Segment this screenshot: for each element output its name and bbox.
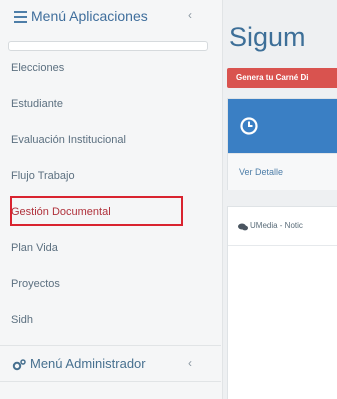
sidebar-item-flujo-trabajo[interactable]: Flujo Trabajo: [0, 158, 221, 194]
sidebar-item-label: Plan Vida: [11, 242, 58, 254]
admin-menu-title: Menú Administrador: [30, 356, 146, 371]
view-details-link[interactable]: Ver Detalle: [228, 153, 337, 190]
sidebar-item-label: Evaluación Institucional: [11, 134, 126, 146]
sidebar-item-plan-vida[interactable]: Plan Vida: [0, 230, 221, 266]
info-panel: Ver Detalle: [227, 98, 337, 190]
list-icon: [14, 11, 27, 23]
chevron-left-icon[interactable]: ‹: [188, 356, 192, 370]
apps-menu-title: Menú Aplicaciones: [31, 8, 148, 24]
sidebar-item-sidh[interactable]: Sidh: [0, 302, 221, 338]
sidebar-item-label: Estudiante: [11, 98, 63, 110]
generate-carne-button[interactable]: Genera tu Carné Di: [227, 68, 337, 88]
clock-icon: [240, 117, 258, 135]
page-title: Sigum: [229, 22, 306, 52]
sidebar-item-label: Sidh: [11, 314, 34, 326]
highlight-box: [10, 196, 183, 226]
comments-icon: [238, 223, 248, 231]
sidebar-item-proyectos[interactable]: Proyectos: [0, 266, 221, 302]
generate-carne-label: Genera tu Carné Di: [236, 73, 309, 82]
news-title: UMedia - Notic: [250, 221, 303, 230]
news-panel: UMedia - Notic: [227, 206, 337, 399]
sidebar-item-evaluacion-institucional[interactable]: Evaluación Institucional: [0, 122, 221, 158]
news-header: UMedia - Notic: [228, 207, 337, 246]
gears-icon: [12, 359, 26, 371]
chevron-left-icon[interactable]: ‹: [188, 8, 192, 22]
main-content: Sigum Genera tu Carné Di Ver Detalle UMe…: [223, 0, 337, 399]
admin-menu-header[interactable]: Menú Administrador ‹: [0, 345, 221, 382]
apps-menu-header[interactable]: Menú Aplicaciones ‹: [0, 0, 222, 38]
sidebar-item-label: Proyectos: [11, 278, 60, 290]
sidebar-item-estudiante[interactable]: Estudiante: [0, 86, 221, 122]
panel-header: [228, 99, 337, 153]
sidebar-item-label: Elecciones: [11, 62, 65, 74]
view-details-label: Ver Detalle: [239, 167, 284, 177]
sidebar: Menú Aplicaciones ‹ Elecciones Estudiant…: [0, 0, 223, 399]
divider: [0, 381, 221, 382]
sidebar-item-elecciones[interactable]: Elecciones: [0, 50, 221, 86]
sidebar-item-label: Flujo Trabajo: [11, 170, 75, 182]
